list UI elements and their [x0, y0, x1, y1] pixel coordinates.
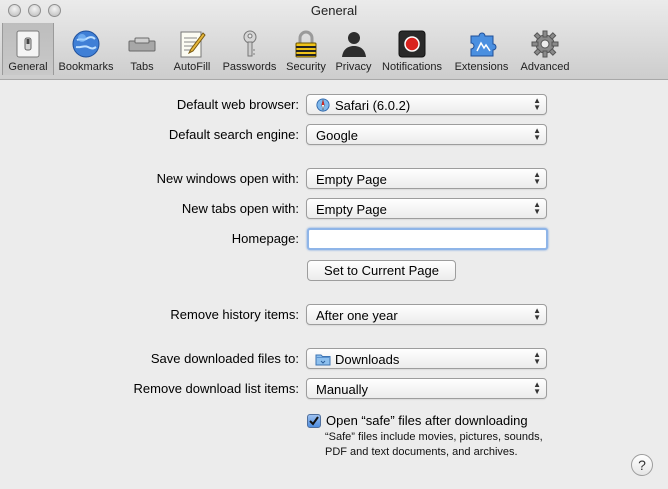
bookmarks-globe-icon [70, 28, 102, 60]
preference-tabs: General Bookmarks Tabs AutoFill Password… [2, 23, 575, 78]
open-safe-files-checkbox[interactable] [307, 414, 321, 428]
safe-files-note-line: “Safe” files include movies, pictures, s… [325, 431, 543, 443]
row-new-windows: New windows open with: Empty Page ▲ ▼ [0, 168, 668, 190]
tabs-icon [126, 28, 158, 60]
autofill-form-icon [176, 28, 208, 60]
checkmark-icon [309, 416, 319, 426]
preferences-window: General General Bookmarks Tabs AutoFill … [0, 0, 668, 489]
tab-privacy[interactable]: Privacy [331, 23, 376, 75]
tab-label: Notifications [382, 61, 442, 73]
tab-label: Passwords [222, 61, 277, 73]
key-icon [234, 28, 266, 60]
remove-downloads-popup[interactable]: Manually ▲ ▼ [306, 378, 547, 399]
row-default-browser: Default web browser: Safari (6.0.2) ▲ ▼ [0, 94, 668, 116]
set-current-page-button[interactable]: Set to Current Page [307, 260, 456, 281]
tab-bookmarks[interactable]: Bookmarks [54, 23, 118, 75]
popup-arrows-icon: ▲ ▼ [533, 380, 541, 396]
row-homepage: Homepage: [0, 228, 668, 250]
tab-general[interactable]: General [2, 23, 54, 75]
tab-notifications[interactable]: Notifications [376, 23, 448, 75]
gear-icon [529, 28, 561, 60]
safe-files-note-line: PDF and text documents, and archives. [325, 446, 518, 458]
tab-tabs[interactable]: Tabs [118, 23, 166, 75]
row-set-current: Set to Current Page [0, 260, 668, 282]
new-tabs-value: Empty Page [316, 202, 387, 217]
tab-label: Bookmarks [58, 61, 114, 73]
popup-arrows-icon: ▲ ▼ [533, 170, 541, 186]
default-browser-label: Default web browser: [176, 97, 299, 112]
popup-arrows-icon: ▲ ▼ [533, 200, 541, 216]
tab-label: Tabs [130, 61, 154, 73]
new-windows-popup[interactable]: Empty Page ▲ ▼ [306, 168, 547, 189]
remove-history-popup[interactable]: After one year ▲ ▼ [306, 304, 547, 325]
tab-passwords[interactable]: Passwords [218, 23, 281, 75]
new-windows-value: Empty Page [316, 172, 387, 187]
tab-security[interactable]: Security [281, 23, 331, 75]
save-downloads-label: Save downloaded files to: [150, 351, 299, 366]
open-safe-files-label: Open “safe” files after downloading [326, 413, 528, 428]
toolbar: General General Bookmarks Tabs AutoFill … [0, 0, 668, 80]
remove-history-label: Remove history items: [170, 307, 299, 322]
padlock-icon [290, 28, 322, 60]
row-remove-history: Remove history items: After one year ▲ ▼ [0, 304, 668, 326]
folder-icon [315, 352, 331, 366]
search-engine-popup[interactable]: Google ▲ ▼ [306, 124, 547, 145]
popup-arrows-icon: ▲ ▼ [533, 96, 541, 112]
tab-autofill[interactable]: AutoFill [166, 23, 218, 75]
safe-files-note: “Safe” files include movies, pictures, s… [325, 430, 585, 460]
tab-label: Security [286, 61, 326, 73]
general-switch-icon [12, 28, 44, 60]
tab-label: General [8, 61, 48, 73]
new-tabs-popup[interactable]: Empty Page ▲ ▼ [306, 198, 547, 219]
notifications-record-icon [396, 28, 428, 60]
row-remove-downloads: Remove download list items: Manually ▲ ▼ [0, 378, 668, 400]
homepage-field[interactable] [307, 228, 548, 250]
remove-history-value: After one year [316, 308, 398, 323]
remove-downloads-value: Manually [316, 382, 369, 397]
tab-advanced[interactable]: Advanced [515, 23, 575, 75]
row-search-engine: Default search engine: Google ▲ ▼ [0, 124, 668, 146]
tab-label: Extensions [454, 61, 509, 73]
save-downloads-popup[interactable]: Downloads ▲ ▼ [306, 348, 547, 369]
help-button[interactable]: ? [631, 454, 653, 476]
tab-label: Privacy [335, 61, 372, 73]
remove-downloads-label: Remove download list items: [133, 381, 299, 396]
row-save-downloads: Save downloaded files to: Downloads ▲ ▼ [0, 348, 668, 370]
new-tabs-label: New tabs open with: [181, 201, 299, 216]
default-browser-value: Safari (6.0.2) [335, 98, 411, 113]
default-browser-popup[interactable]: Safari (6.0.2) ▲ ▼ [306, 94, 547, 115]
popup-arrows-icon: ▲ ▼ [533, 126, 541, 142]
tab-label: AutoFill [173, 61, 211, 73]
row-new-tabs: New tabs open with: Empty Page ▲ ▼ [0, 198, 668, 220]
window-title: General [310, 3, 358, 18]
popup-arrows-icon: ▲ ▼ [533, 306, 541, 322]
save-downloads-value: Downloads [335, 352, 400, 367]
puzzle-piece-icon [466, 28, 498, 60]
safari-compass-icon [315, 98, 331, 112]
new-windows-label: New windows open with: [156, 171, 299, 186]
search-engine-value: Google [316, 128, 358, 143]
tab-extensions[interactable]: Extensions [448, 23, 515, 75]
search-engine-label: Default search engine: [168, 127, 299, 142]
tab-label: Advanced [520, 61, 570, 73]
popup-arrows-icon: ▲ ▼ [533, 350, 541, 366]
person-silhouette-icon [338, 28, 370, 60]
homepage-label: Homepage: [231, 231, 299, 246]
